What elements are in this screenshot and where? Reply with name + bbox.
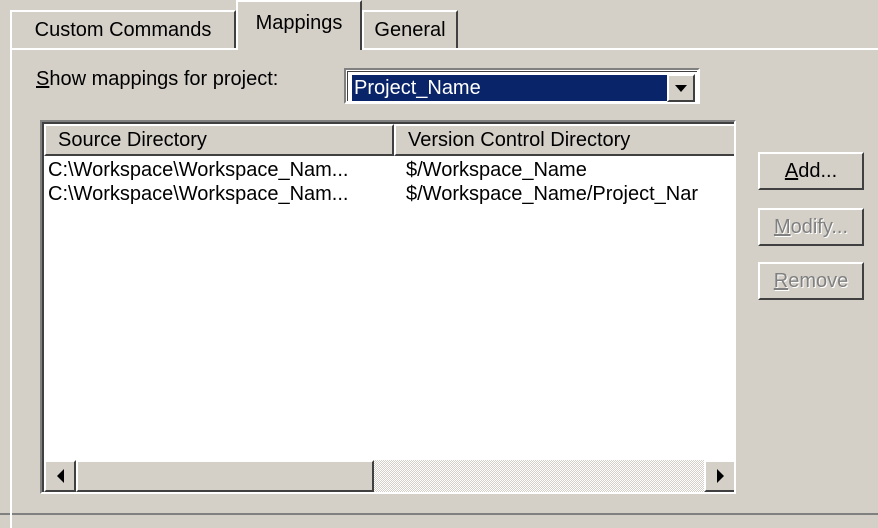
tab-label: Mappings (255, 11, 343, 34)
tab-label: General (374, 18, 446, 41)
tab-general[interactable]: General (362, 10, 458, 48)
tab-label: Custom Commands (34, 18, 212, 41)
tab-panel (10, 48, 878, 528)
tab-custom-commands[interactable]: Custom Commands (10, 10, 236, 48)
tab-mappings[interactable]: Mappings (236, 0, 362, 50)
